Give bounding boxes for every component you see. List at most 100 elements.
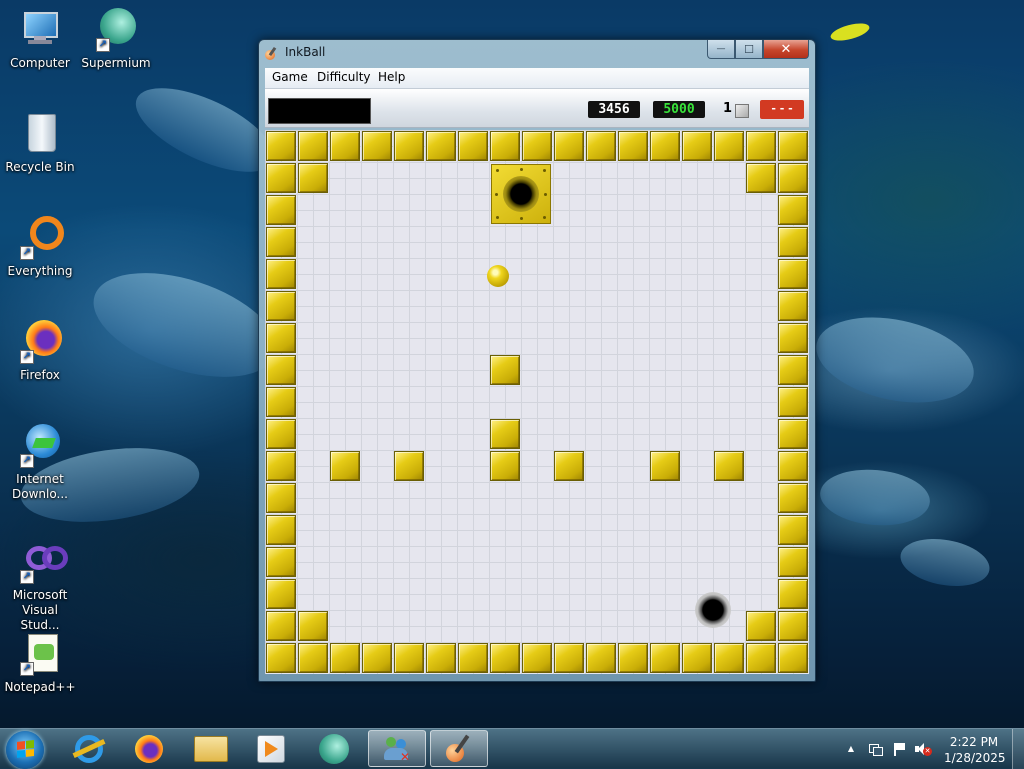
wall-block — [490, 419, 520, 449]
wall-block — [266, 163, 296, 193]
wall-block — [490, 643, 520, 673]
rivet-icon — [543, 216, 546, 219]
shortcut-arrow-icon: ↗ — [20, 570, 34, 584]
wall-block — [778, 579, 808, 609]
media-player-icon — [257, 734, 285, 763]
wall-block — [746, 643, 776, 673]
wall-block — [266, 643, 296, 673]
desktop-icon-visual-studio[interactable]: ↗ Microsoft Visual Stud... — [2, 540, 78, 633]
desktop-icon-computer[interactable]: Computer — [2, 8, 78, 71]
action-center-flag-icon[interactable] — [892, 743, 906, 756]
wall-block — [778, 547, 808, 577]
hole-icon — [503, 176, 539, 212]
wall-block — [778, 419, 808, 449]
wall-block — [650, 643, 680, 673]
wall-block — [778, 195, 808, 225]
menu-difficulty[interactable]: Difficulty — [317, 70, 371, 84]
taskbar-firefox[interactable] — [120, 730, 178, 767]
wall-block — [266, 515, 296, 545]
desktop-icon-everything[interactable]: ↗ Everything — [2, 216, 78, 279]
wall-block — [682, 131, 712, 161]
wall-block — [362, 131, 392, 161]
taskbar-inkball[interactable] — [430, 730, 488, 767]
taskbar-internet-explorer[interactable] — [60, 730, 118, 767]
wall-block — [778, 163, 808, 193]
wall-block — [266, 291, 296, 321]
wall-block — [426, 643, 456, 673]
wall-block — [298, 643, 328, 673]
hole-icon — [695, 592, 731, 628]
notepadpp-icon: ↗ — [18, 632, 62, 676]
wall-block — [394, 131, 424, 161]
title-bar[interactable]: InkBall — ☐ ✕ — [259, 40, 815, 66]
taskbar-network-app[interactable]: ✕ — [368, 730, 426, 767]
wall-block — [394, 643, 424, 673]
internet-explorer-icon — [72, 734, 106, 763]
wall-block — [490, 451, 520, 481]
desktop-icon-label: Microsoft Visual Stud... — [12, 588, 68, 632]
wall-block — [298, 611, 328, 641]
maximize-button[interactable]: ☐ — [735, 40, 763, 59]
wallpaper-fish — [808, 304, 982, 416]
ink-well — [268, 98, 371, 124]
minimize-button[interactable]: — — [707, 40, 735, 59]
taskbar-supermium[interactable] — [305, 730, 363, 767]
wall-block — [458, 131, 488, 161]
desktop-icon-label: Computer — [10, 56, 70, 70]
game-board[interactable] — [265, 130, 809, 674]
wall-block — [778, 643, 808, 673]
wall-block — [490, 355, 520, 385]
show-desktop-button[interactable] — [1012, 729, 1024, 769]
shortcut-arrow-icon: ↗ — [20, 662, 34, 676]
wall-block — [778, 611, 808, 641]
start-button[interactable] — [6, 731, 44, 769]
desktop-icon-internet-download-manager[interactable]: ↗ Internet Downlo... — [2, 424, 78, 502]
folder-icon — [194, 735, 228, 762]
wall-block — [554, 643, 584, 673]
download-manager-icon: ↗ — [18, 424, 62, 468]
wall-block — [490, 131, 520, 161]
wall-block — [266, 259, 296, 289]
everything-icon: ↗ — [18, 216, 64, 260]
volume-muted-icon[interactable]: ✕ — [915, 743, 932, 756]
rivet-icon — [520, 168, 523, 171]
maximize-icon: ☐ — [744, 42, 754, 56]
wall-block — [746, 131, 776, 161]
menu-help[interactable]: Help — [378, 70, 405, 84]
wall-block — [426, 131, 456, 161]
wall-block — [330, 451, 360, 481]
desktop-icon-recycle-bin[interactable]: Recycle Bin — [2, 112, 78, 175]
minimize-icon: — — [716, 44, 726, 54]
ink-color-count: 1 — [723, 101, 733, 116]
desktop-icon-firefox[interactable]: ↗ Firefox — [2, 320, 78, 383]
close-button[interactable]: ✕ — [763, 40, 809, 59]
gray-goal-hole — [683, 580, 743, 640]
window-title: InkBall — [285, 45, 326, 59]
taskbar-media-player[interactable] — [242, 730, 300, 767]
menu-game[interactable]: Game — [272, 70, 308, 84]
score-display: 3456 — [588, 101, 640, 118]
inkball-app-icon — [265, 46, 278, 60]
wall-block — [266, 419, 296, 449]
gold-goal-hole — [491, 164, 551, 224]
desktop-icon-notepadpp[interactable]: ↗ Notepad++ — [2, 632, 78, 695]
wall-block — [458, 643, 488, 673]
shortcut-arrow-icon: ↗ — [20, 246, 34, 260]
wall-block — [714, 451, 744, 481]
wall-block — [778, 291, 808, 321]
taskbar-file-explorer[interactable] — [182, 730, 240, 767]
desktop-icon-supermium[interactable]: ↗ Supermium — [78, 8, 154, 71]
taskbar-clock[interactable]: 2:22 PM 1/28/2025 — [944, 734, 1006, 766]
rivet-icon — [495, 193, 498, 196]
wall-block — [618, 643, 648, 673]
wall-block — [266, 547, 296, 577]
computer-icon — [18, 8, 62, 52]
show-hidden-icons-button[interactable]: ▲ — [844, 743, 858, 755]
firefox-icon: ↗ — [18, 320, 62, 364]
wall-block — [714, 131, 744, 161]
wall-block — [362, 643, 392, 673]
wall-block — [586, 131, 616, 161]
network-status-icon[interactable] — [868, 743, 883, 756]
wall-block — [650, 451, 680, 481]
wall-block — [778, 483, 808, 513]
